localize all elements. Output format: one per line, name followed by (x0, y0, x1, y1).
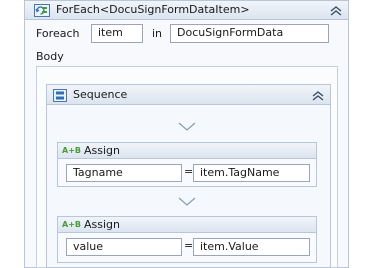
in-label: in (152, 27, 163, 40)
drop-arrow-icon[interactable] (178, 197, 196, 207)
collapse-icon[interactable] (330, 6, 342, 16)
assign-value-input[interactable]: item.TagName (193, 164, 310, 182)
assign-operator: = (184, 239, 194, 252)
foreach-label: Foreach (36, 27, 80, 40)
foreach-title: ForEach<DocuSignFormDataItem> (56, 3, 250, 16)
assign-icon: A+B (62, 220, 81, 229)
foreach-activity-icon (34, 4, 50, 17)
body-label: Body (36, 50, 64, 63)
assign-value-input[interactable]: item.Value (193, 238, 310, 256)
assign-to-input[interactable]: value (66, 238, 182, 256)
collapse-icon[interactable] (312, 91, 324, 101)
sequence-icon (53, 89, 67, 102)
sequence-title: Sequence (73, 88, 128, 101)
drop-arrow-icon[interactable] (178, 122, 196, 132)
assign-title: Assign (84, 144, 120, 157)
foreach-item-input[interactable]: item (91, 24, 143, 43)
assign-to-input[interactable]: Tagname (66, 164, 182, 182)
foreach-collection-input[interactable]: DocuSignFormData (170, 24, 329, 43)
assign-operator: = (184, 165, 194, 178)
assign-title: Assign (84, 218, 120, 231)
assign-icon: A+B (62, 146, 81, 155)
